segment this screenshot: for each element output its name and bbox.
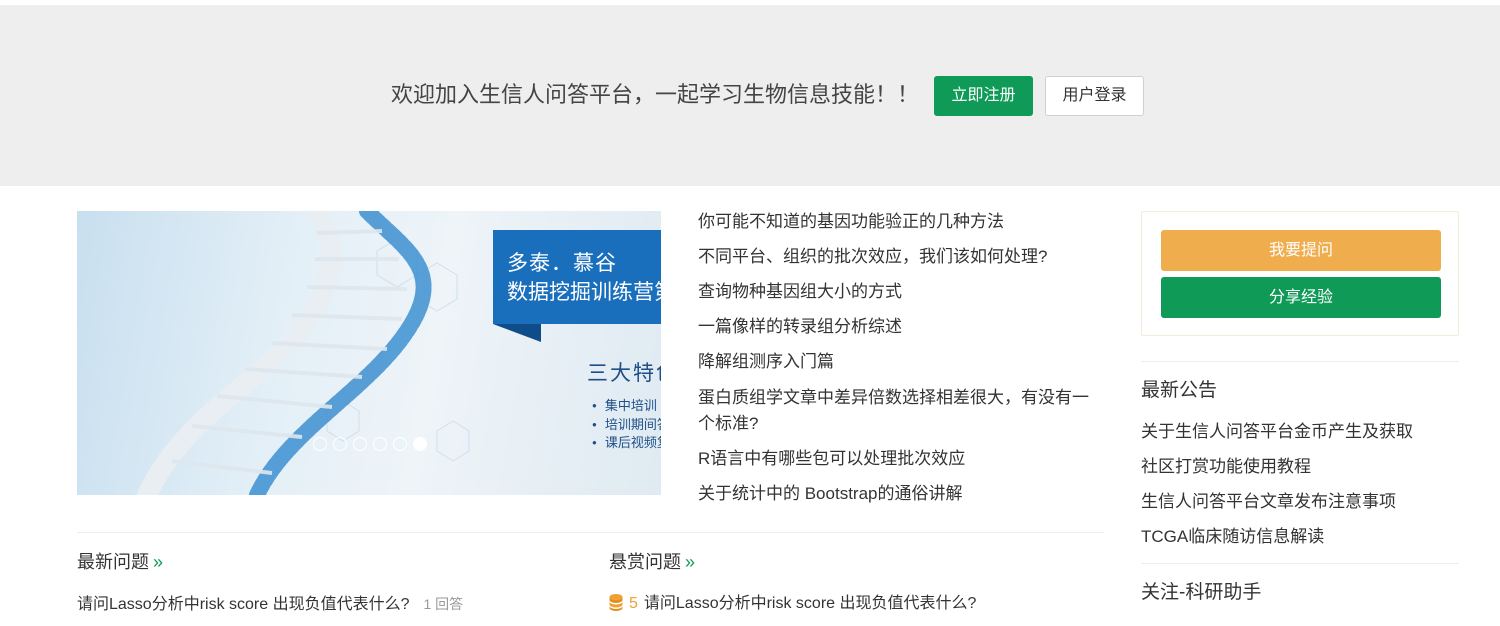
welcome-text: 欢迎加入生信人问答平台，一起学习生物信息技能！！ xyxy=(391,82,920,107)
section-divider xyxy=(77,532,1104,533)
latest-questions-header[interactable]: 最新问题» xyxy=(77,550,163,574)
reward-questions-header[interactable]: 悬赏问题» xyxy=(609,550,695,574)
article-link[interactable]: 关于统计中的 Bootstrap的通俗讲解 xyxy=(698,481,1098,507)
question-row[interactable]: 请问Lasso分析中risk score 出现负值代表什么? 1 回答 xyxy=(77,592,463,617)
ask-question-button[interactable]: 我要提问 xyxy=(1161,230,1441,271)
banner-feature-item: 课后视频复习 xyxy=(592,434,661,452)
sidebar-divider xyxy=(1141,563,1459,564)
article-link[interactable]: 不同平台、组织的批次效应，我们该如何处理? xyxy=(698,244,1098,270)
article-link[interactable]: R语言中有哪些包可以处理批次效应 xyxy=(698,446,1098,472)
banner-feature-item: 集中培训 xyxy=(592,397,657,415)
carousel-dot[interactable] xyxy=(313,437,327,451)
reward-amount: 5 xyxy=(629,595,638,612)
banner-feature-item: 培训期间答疑 xyxy=(592,416,661,434)
notice-title: 最新公告 xyxy=(1141,380,1218,401)
banner-feature-title: 三大特色 xyxy=(587,362,661,385)
article-link[interactable]: 一篇像样的转录组分析综述 xyxy=(698,314,1098,340)
notice-link[interactable]: 生信人问答平台文章发布注意事项 xyxy=(1141,489,1396,515)
carousel-dot-active[interactable] xyxy=(413,437,427,451)
question-link[interactable]: 请问Lasso分析中risk score 出现负值代表什么? xyxy=(77,596,410,613)
action-panel: 我要提问 分享经验 xyxy=(1141,211,1459,336)
login-button[interactable]: 用户登录 xyxy=(1045,76,1144,116)
coin-stack-icon xyxy=(609,594,623,611)
question-link[interactable]: 请问Lasso分析中risk score 出现负值代表什么? xyxy=(644,595,977,612)
article-link[interactable]: 查询物种基因组大小的方式 xyxy=(698,279,1098,305)
register-button[interactable]: 立即注册 xyxy=(934,76,1033,116)
banner-title-line2: 数据挖掘训练营第二期 xyxy=(507,281,661,304)
banner-fold-shape xyxy=(493,324,541,342)
carousel-indicators xyxy=(313,437,427,453)
notice-link[interactable]: TCGA临床随访信息解读 xyxy=(1141,524,1324,550)
reward-questions-title: 悬赏问题 xyxy=(609,552,681,572)
share-experience-button[interactable]: 分享经验 xyxy=(1161,277,1441,318)
article-link[interactable]: 蛋白质组学文章中差异倍数选择相差很大，有没有一个标准? xyxy=(698,385,1098,437)
reward-question-row[interactable]: 5 请问Lasso分析中risk score 出现负值代表什么? xyxy=(609,592,976,616)
article-link[interactable]: 降解组测序入门篇 xyxy=(698,349,1098,375)
latest-questions-title: 最新问题 xyxy=(77,552,149,572)
banner-title-line1: 多泰．慕谷 xyxy=(507,252,617,275)
follow-title: 关注-科研助手 xyxy=(1141,582,1262,603)
carousel-dot[interactable] xyxy=(373,437,387,451)
article-link[interactable]: 你可能不知道的基因功能验正的几种方法 xyxy=(698,209,1098,235)
notice-link[interactable]: 社区打赏功能使用教程 xyxy=(1141,454,1311,480)
notice-link[interactable]: 关于生信人问答平台金币产生及获取 xyxy=(1141,419,1413,445)
carousel-dot[interactable] xyxy=(333,437,347,451)
more-icon[interactable]: » xyxy=(685,552,695,572)
more-icon[interactable]: » xyxy=(153,552,163,572)
carousel-dot[interactable] xyxy=(353,437,367,451)
banner-title-panel xyxy=(493,230,661,324)
answer-count: 1 回答 xyxy=(423,596,464,612)
sidebar-divider xyxy=(1141,361,1459,362)
carousel-dot[interactable] xyxy=(393,437,407,451)
